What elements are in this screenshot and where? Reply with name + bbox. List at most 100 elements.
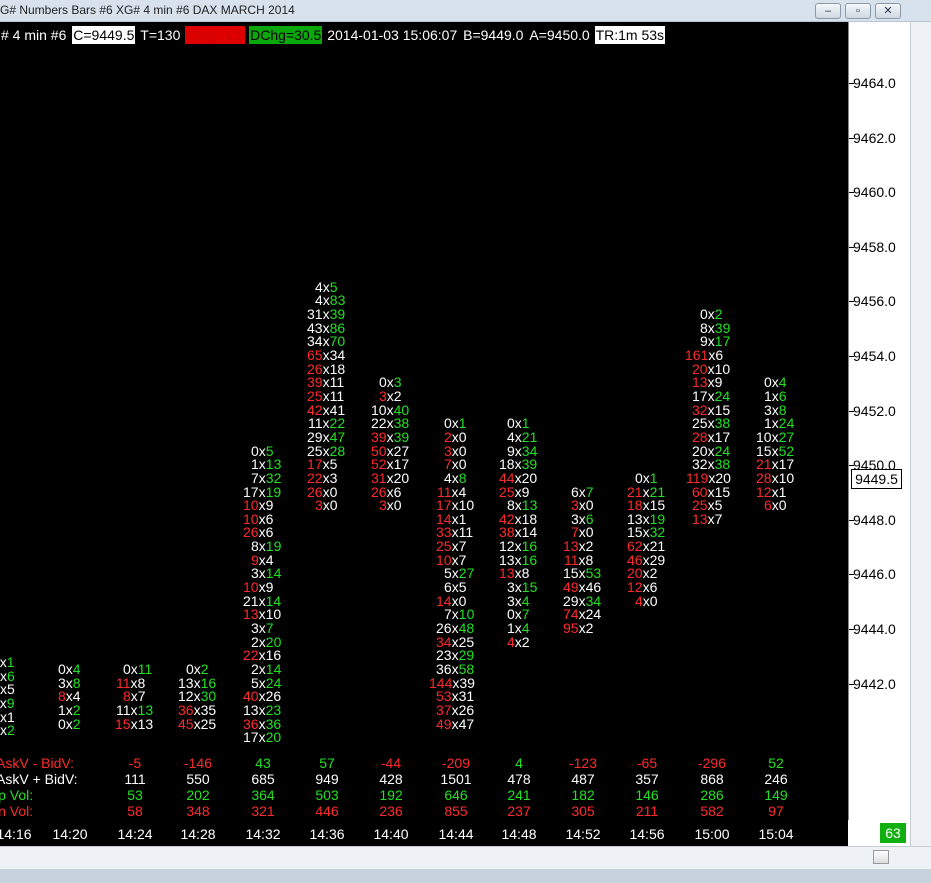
time-label: 15:04 (758, 826, 794, 842)
cell-separator: x (193, 715, 201, 732)
footprint-cell: 13x7 (692, 510, 723, 527)
footprint-cell: 3x0 (315, 497, 338, 514)
minimize-icon: – (824, 5, 832, 17)
summary-delta-value: 43 (255, 755, 271, 771)
summary-label-up: Up Vol: (0, 787, 34, 803)
time-label: 14:20 (52, 826, 88, 842)
cell-separator: x (258, 729, 266, 746)
footprint-chart-area[interactable]: # 4 min #6 C=9449.5 T=130 Chg=-1.5 DChg=… (0, 22, 848, 820)
current-price-marker: 9449.5 (851, 469, 902, 489)
price-label: 9446.0 (853, 566, 896, 583)
vertical-scrollbar[interactable] (910, 22, 931, 846)
footprint-cell: 6x0 (764, 497, 787, 514)
restore-button[interactable]: ▫ (845, 3, 871, 19)
cell-separator: x (451, 715, 459, 732)
axis-corner: 63 (848, 820, 910, 846)
ask-volume: 20 (265, 729, 282, 746)
summary-up-value: 182 (571, 787, 595, 803)
summary-down-value: 348 (186, 803, 210, 819)
footprint-cell: 0x2 (58, 715, 81, 732)
ask-volume: 0 (778, 497, 787, 514)
ask-volume: 2 (585, 620, 594, 636)
summary-down-value: 237 (507, 803, 531, 819)
cell-separator: x (578, 620, 586, 636)
info-ticks: T=130 (140, 27, 181, 43)
footprint-cell: 49x47 (436, 715, 474, 732)
restore-icon: ▫ (856, 5, 860, 17)
minimize-button[interactable]: – (815, 3, 841, 19)
ask-volume: 2 (7, 722, 15, 739)
price-label: 9464.0 (853, 75, 896, 91)
close-button[interactable]: ✕ (875, 3, 901, 19)
bar-count-badge: 63 (880, 823, 906, 843)
summary-total-value: 357 (635, 771, 659, 787)
summary-up-value: 646 (444, 787, 468, 803)
summary-down-value: 236 (379, 803, 403, 819)
ask-volume: 25 (200, 715, 217, 732)
time-label: 14:32 (245, 826, 281, 842)
horizontal-scrollbar[interactable] (0, 846, 931, 869)
bid-volume: 4 (507, 633, 515, 650)
summary-total-value: 478 (507, 771, 531, 787)
summary-down-value: 97 (768, 803, 784, 819)
ask-volume: 7 (714, 510, 723, 527)
info-close: C=9449.5 (72, 26, 136, 44)
cell-separator: x (514, 633, 522, 650)
time-label: 14:28 (180, 826, 216, 842)
bid-volume: 15 (115, 715, 131, 732)
summary-down-value: 58 (127, 803, 143, 819)
bid-volume: 3 (315, 497, 323, 514)
summary-up-value: 286 (700, 787, 724, 803)
time-axis[interactable]: 14:16 14:20 14:24 14:28 14:32 14:36 14:40 14:44… (0, 820, 848, 846)
summary-down-value: 321 (251, 803, 275, 819)
info-prefix: # 4 min #6 (1, 27, 67, 43)
time-label: 14:56 (629, 826, 665, 842)
window-title: G# Numbers Bars #6 XG# 4 min #6 DAX MARC… (0, 3, 295, 17)
cell-separator: x (65, 715, 73, 732)
summary-total-value: 685 (251, 771, 275, 787)
summary-up-value: 202 (186, 787, 210, 803)
price-axis[interactable]: 9464.0 9462.0 9460.0 9458.0 9456.0 9454.0 9452… (848, 22, 910, 820)
summary-delta-value: 57 (319, 755, 335, 771)
summary-delta-value: -146 (183, 755, 213, 771)
info-datetime: 2014-01-03 15:06:07 (327, 27, 458, 43)
summary-total-value: 868 (700, 771, 724, 787)
summary-delta-value: -65 (636, 755, 658, 771)
summary-total-value: 949 (315, 771, 339, 787)
summary-down-value: 305 (571, 803, 595, 819)
cell-separator: x (0, 722, 7, 739)
summary-total-value: 428 (379, 771, 403, 787)
cell-separator: x (707, 510, 715, 527)
cell-separator: x (386, 497, 394, 514)
summary-total-value: 111 (124, 771, 146, 787)
summary-down-value: 446 (315, 803, 339, 819)
price-label: 9456.0 (853, 293, 896, 310)
summary-down-value: 855 (444, 803, 468, 819)
footprint-cell: 15x13 (115, 715, 154, 732)
price-label: 9460.0 (853, 184, 896, 201)
bid-volume: 3 (379, 497, 387, 514)
ask-volume: 13 (137, 715, 154, 732)
price-label: 9458.0 (853, 238, 896, 255)
status-strip (0, 869, 931, 883)
summary-delta-value: 52 (768, 755, 784, 771)
chart-info-bar: # 4 min #6 C=9449.5 T=130 Chg=-1.5 DChg=… (0, 26, 666, 46)
bid-volume: 6 (764, 497, 772, 514)
time-label: 15:00 (694, 826, 730, 842)
info-timer: TR:1m 53s (594, 26, 666, 44)
summary-total-value: 1501 (440, 771, 472, 787)
price-label: 9454.0 (853, 348, 896, 364)
cell-separator: x (771, 497, 779, 514)
ask-volume: 0 (329, 497, 338, 514)
info-change: Chg=-1.5 (185, 26, 246, 44)
price-label: 9462.0 (853, 129, 896, 146)
ask-volume: 0 (393, 497, 402, 514)
bid-volume: 45 (178, 715, 194, 732)
cell-separator: x (130, 715, 138, 732)
summary-up-value: 53 (127, 787, 143, 803)
footprint-cell: 45x25 (178, 715, 217, 732)
bid-volume: 0 (58, 715, 66, 732)
info-ask: A=9450.0 (529, 27, 590, 43)
scroll-thumb[interactable] (873, 850, 889, 864)
summary-label-total: AskV + BidV: (0, 771, 78, 787)
